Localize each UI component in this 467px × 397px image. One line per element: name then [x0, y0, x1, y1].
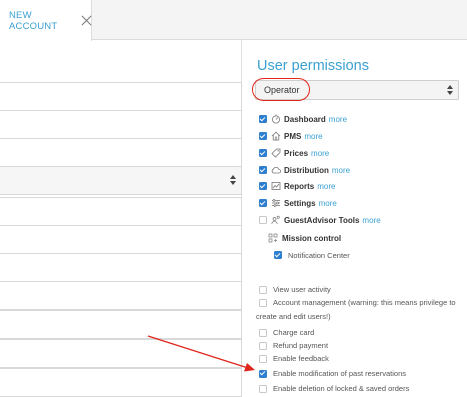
dashboard-icon — [272, 114, 280, 124]
user-permissions-title: User permissions — [257, 58, 369, 74]
perm-label: GuestAdvisor Tools — [284, 215, 360, 225]
view-user-activity-checkbox[interactable] — [259, 285, 267, 294]
form-field-8[interactable] — [0, 310, 242, 339]
account-form — [0, 40, 242, 397]
perm-pms: PMS more — [259, 129, 323, 143]
tab-bar: NEW ACCOUNT — [0, 0, 467, 41]
option-label-continuation: create and edit users!) — [256, 312, 331, 321]
chart-icon — [271, 182, 281, 190]
grid-icon — [268, 233, 278, 243]
perm-label: Mission control — [282, 233, 342, 243]
option-enable-feedback: Enable feedback — [259, 352, 329, 365]
option-delete-locked-orders: Enable deletion of locked & saved orders — [259, 382, 409, 395]
reports-checkbox[interactable] — [259, 182, 267, 190]
perm-reports: Reports more — [259, 179, 335, 193]
guestadvisor-checkbox[interactable] — [259, 216, 267, 224]
tab-new-account[interactable]: NEW ACCOUNT — [0, 0, 92, 41]
form-field-2[interactable] — [0, 110, 242, 139]
form-field-7[interactable] — [0, 281, 242, 310]
form-field-5[interactable] — [0, 225, 242, 254]
role-select-value: Operator — [264, 85, 300, 95]
settings-more-link[interactable]: more — [319, 199, 337, 208]
perm-mission-control: Mission control — [268, 231, 341, 245]
cloud-icon — [271, 167, 281, 174]
perm-label: Notification Center — [288, 250, 350, 260]
account-management-checkbox[interactable] — [259, 298, 267, 307]
delete-locked-orders-checkbox[interactable] — [259, 384, 267, 393]
perm-dashboard: Dashboard more — [259, 112, 347, 126]
perm-notification-center: Notification Center — [274, 248, 350, 262]
modify-past-reservations-checkbox[interactable] — [259, 369, 267, 378]
option-label: View user activity — [273, 285, 331, 294]
perm-label: Settings — [284, 198, 316, 208]
option-view-user-activity: View user activity — [259, 283, 331, 296]
prices-more-link[interactable]: more — [311, 149, 329, 158]
form-field-3[interactable] — [0, 138, 242, 167]
option-modify-past-reservations: Enable modification of past reservations — [259, 367, 406, 380]
option-label: Enable feedback — [273, 354, 329, 363]
role-select[interactable]: Operator — [255, 80, 459, 100]
perm-label: Distribution — [284, 165, 329, 175]
perm-label: Reports — [284, 181, 315, 191]
perm-label: Prices — [284, 148, 309, 158]
home-icon — [271, 131, 281, 141]
perm-label: PMS — [284, 131, 302, 141]
select-arrows-icon — [447, 85, 453, 97]
refund-payment-checkbox[interactable] — [259, 341, 267, 350]
form-field-1[interactable] — [0, 82, 242, 111]
dashboard-more-link[interactable]: more — [329, 115, 347, 124]
pms-more-link[interactable]: more — [304, 132, 322, 141]
notification-center-checkbox[interactable] — [274, 251, 282, 259]
perm-label: Dashboard — [284, 114, 326, 124]
perm-guestadvisor: GuestAdvisor Tools more — [259, 213, 381, 227]
tab-label: NEW ACCOUNT — [9, 9, 58, 32]
option-label: Refund payment — [273, 341, 329, 350]
option-refund-payment: Refund payment — [259, 339, 328, 352]
form-field-4[interactable] — [0, 197, 242, 226]
perm-settings: Settings more — [259, 196, 337, 210]
settings-checkbox[interactable] — [259, 199, 267, 207]
form-field-9[interactable] — [0, 339, 242, 368]
form-field-10[interactable] — [0, 368, 242, 397]
option-account-management: Account management (warning: this means … — [259, 296, 456, 309]
dashboard-checkbox[interactable] — [259, 115, 267, 123]
select-arrows-icon — [230, 175, 236, 187]
form-select[interactable] — [0, 166, 242, 195]
option-label: Enable deletion of locked & saved orders — [273, 384, 410, 393]
guestadvisor-more-link[interactable]: more — [362, 216, 380, 225]
distribution-checkbox[interactable] — [259, 166, 267, 174]
option-label: Account management (warning: this means … — [273, 298, 456, 307]
pms-checkbox[interactable] — [259, 132, 267, 140]
option-label: Charge card — [273, 328, 315, 337]
charge-card-checkbox[interactable] — [259, 328, 267, 337]
enable-feedback-checkbox[interactable] — [259, 354, 267, 363]
option-charge-card: Charge card — [259, 326, 314, 339]
reports-more-link[interactable]: more — [317, 182, 335, 191]
tag-icon — [271, 148, 281, 158]
form-field-6[interactable] — [0, 253, 242, 282]
perm-distribution: Distribution more — [259, 163, 350, 177]
option-label: Enable modification of past reservations — [273, 369, 406, 378]
users-icon — [271, 215, 280, 225]
distribution-more-link[interactable]: more — [332, 166, 350, 175]
close-icon[interactable] — [81, 15, 91, 26]
perm-prices: Prices more — [259, 146, 329, 160]
prices-checkbox[interactable] — [259, 149, 267, 157]
sliders-icon — [272, 199, 280, 207]
